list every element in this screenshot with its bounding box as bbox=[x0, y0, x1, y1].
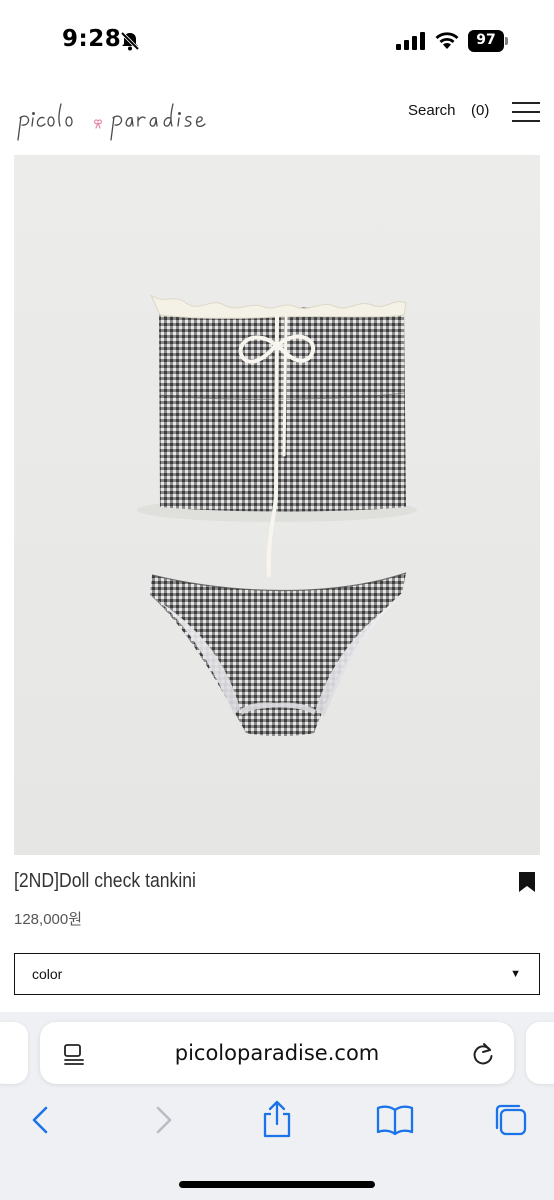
status-time: 9:28 bbox=[62, 26, 122, 52]
previous-tab-preview[interactable] bbox=[0, 1022, 28, 1084]
dropdown-arrow-icon: ▼ bbox=[510, 968, 521, 980]
status-bar: 9:28 97 bbox=[0, 0, 554, 80]
next-tab-preview[interactable] bbox=[526, 1022, 554, 1084]
address-bar[interactable]: picoloparadise.com bbox=[40, 1022, 514, 1084]
wifi-icon bbox=[435, 32, 459, 49]
share-icon[interactable] bbox=[257, 1100, 297, 1140]
cart-count-link[interactable]: (0) bbox=[471, 102, 489, 119]
bookmark-icon[interactable] bbox=[518, 871, 536, 893]
forward-icon[interactable] bbox=[142, 1100, 182, 1140]
cellular-signal-icon bbox=[396, 32, 425, 50]
battery-icon: 97 bbox=[468, 30, 508, 52]
hamburger-menu-icon[interactable] bbox=[512, 101, 540, 123]
search-link[interactable]: Search bbox=[408, 102, 456, 119]
product-title: [2ND]Doll check tankini bbox=[14, 870, 196, 892]
url-text[interactable]: picoloparadise.com bbox=[40, 1041, 514, 1065]
bookmarks-icon[interactable] bbox=[375, 1100, 415, 1140]
bell-slash-icon bbox=[120, 31, 140, 51]
site-logo[interactable] bbox=[14, 96, 229, 148]
product-image[interactable] bbox=[14, 155, 540, 855]
color-select[interactable]: color ▼ bbox=[14, 953, 540, 995]
color-select-label: color bbox=[32, 966, 63, 982]
battery-level: 97 bbox=[476, 32, 496, 48]
reload-icon[interactable] bbox=[470, 1041, 496, 1067]
back-icon[interactable] bbox=[22, 1100, 62, 1140]
product-price: 128,000원 bbox=[14, 911, 83, 928]
home-indicator bbox=[179, 1181, 375, 1188]
product-photo-tankini bbox=[137, 294, 417, 736]
tabs-icon[interactable] bbox=[491, 1100, 531, 1140]
